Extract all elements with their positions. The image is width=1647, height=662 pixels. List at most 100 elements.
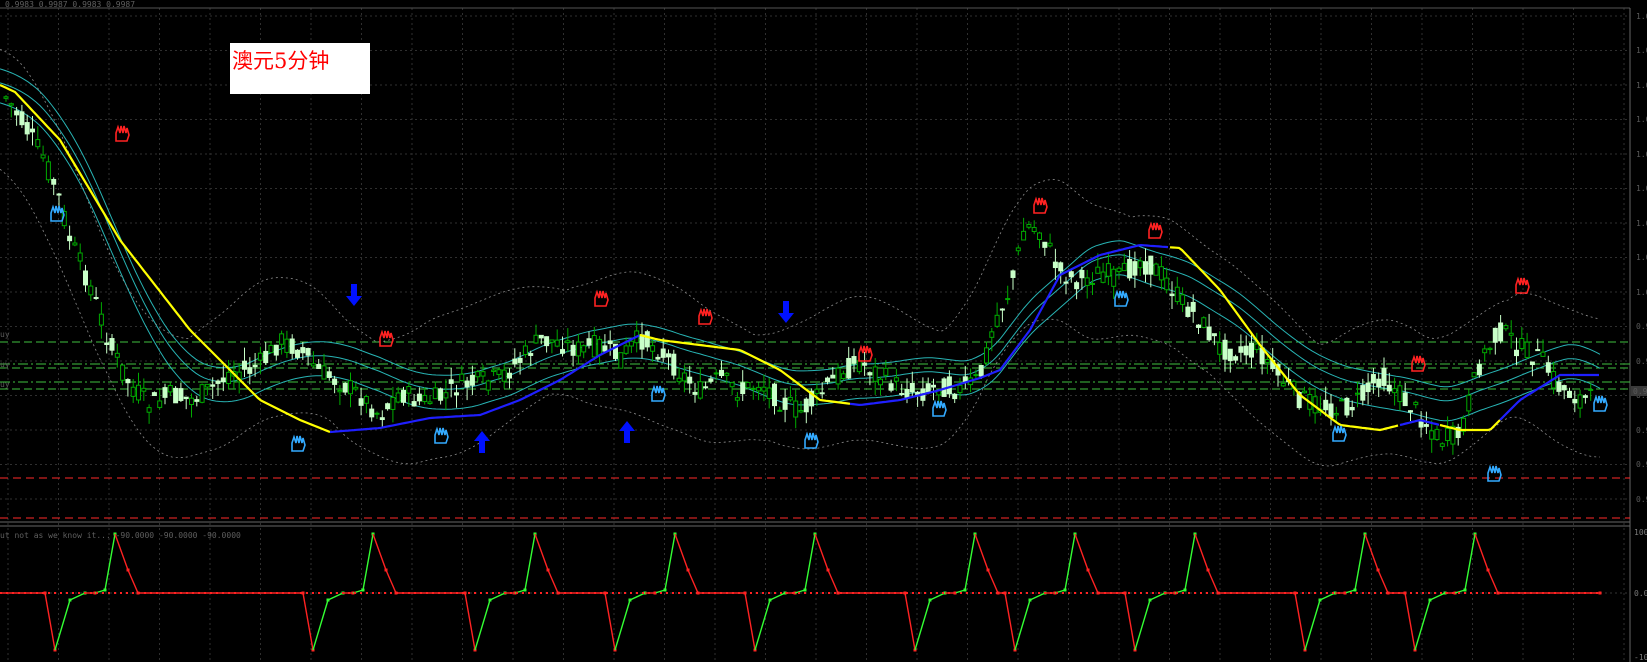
osc-dot [108, 592, 110, 594]
candlestick [310, 363, 316, 367]
osc-segment [1184, 533, 1196, 591]
candlestick [1052, 261, 1058, 269]
candlestick [713, 372, 719, 375]
osc-dot [192, 592, 194, 594]
candlestick [1408, 410, 1413, 413]
hand-outline [594, 289, 609, 307]
candlestick [1344, 397, 1350, 416]
candlestick [1540, 351, 1546, 357]
osc-dot [1338, 592, 1340, 594]
osc-segment [489, 592, 506, 601]
osc-segment [547, 569, 559, 594]
candlestick [867, 372, 873, 376]
osc-dot [714, 592, 716, 594]
candlestick [719, 369, 724, 377]
osc-dot [30, 592, 32, 594]
osc-dot [684, 592, 686, 594]
candlestick [247, 367, 253, 374]
osc-dot [792, 592, 794, 594]
osc-dot [1218, 592, 1220, 594]
osc-dot [24, 592, 26, 594]
price-axis-label: 1.0 [1636, 150, 1647, 159]
osc-dot [1104, 592, 1106, 594]
osc-dot [330, 592, 332, 594]
osc-dot [774, 592, 776, 594]
osc-dot [1356, 592, 1358, 594]
osc-dot [516, 592, 518, 594]
osc-dot [282, 592, 284, 594]
candlestick [1227, 348, 1233, 362]
candlestick [1498, 322, 1504, 342]
candlestick [591, 335, 597, 358]
candlestick [893, 377, 899, 382]
red-hand-icon [379, 329, 394, 347]
candlestick [904, 389, 910, 398]
candlestick [337, 389, 343, 393]
osc-dot [48, 592, 50, 594]
osc-dot [1212, 592, 1214, 594]
candlestick [999, 308, 1005, 311]
candlestick [888, 383, 894, 391]
osc-dot [1170, 592, 1172, 594]
candlestick [1413, 401, 1419, 406]
osc-dot [186, 592, 188, 594]
candlestick [1582, 395, 1588, 398]
price-chart[interactable]: uyuyuy 1.01.01.01.01.01.01.01.01.00.90.9… [0, 0, 1647, 662]
osc-dot [426, 592, 428, 594]
candlestick [533, 334, 539, 344]
candlestick [342, 382, 348, 393]
candlestick [1158, 266, 1164, 281]
candlestick [475, 371, 481, 378]
osc-dot [666, 592, 668, 594]
osc-dot [1254, 592, 1256, 594]
candlestick [19, 111, 25, 126]
osc-dot [1278, 592, 1280, 594]
price-axis-label: 1.0 [1636, 81, 1647, 90]
down-arrow-icon [346, 284, 362, 306]
trading-chart-window[interactable]: 0.9983 0.9987 0.9983 0.9987 uyuyuy 1.01.… [0, 0, 1647, 662]
candlestick [83, 270, 88, 286]
osc-dot [18, 592, 20, 594]
candlestick [1169, 293, 1175, 297]
osc-dot [984, 592, 986, 594]
osc-dot [1476, 592, 1478, 594]
osc-dot [1410, 592, 1412, 594]
osc-dot [468, 592, 470, 594]
candlestick [157, 400, 163, 408]
osc-dot [708, 592, 710, 594]
osc-dot [828, 592, 830, 594]
osc-segment [1464, 533, 1476, 591]
osc-dot [402, 592, 404, 594]
candlestick [35, 139, 41, 148]
candlestick [650, 345, 656, 352]
osc-dot [534, 592, 536, 594]
osc-dot [1350, 592, 1352, 594]
osc-dot [1110, 592, 1112, 594]
candlestick [973, 374, 979, 377]
osc-dot [1332, 592, 1334, 594]
candlestick [432, 387, 438, 400]
osc-segment [904, 592, 916, 651]
hand-outline [1593, 394, 1608, 412]
candlestick [1302, 390, 1307, 394]
osc-segment [104, 533, 116, 591]
osc-segment [534, 533, 549, 571]
candlestick [597, 338, 603, 356]
candlestick [1567, 390, 1572, 398]
osc-segment [474, 599, 491, 651]
osc-dot [360, 592, 362, 594]
candlestick [575, 341, 581, 357]
osc-dot [384, 592, 386, 594]
osc-dot [450, 592, 452, 594]
downtrend-segment [1169, 246, 1399, 432]
osc-dot [918, 592, 920, 594]
price-axis-label: 1.0 [1636, 253, 1647, 262]
envelope-middle [0, 82, 1601, 402]
red-hand-icon [858, 344, 873, 362]
candlestick [136, 384, 141, 401]
osc-dot [972, 592, 974, 594]
osc-segment [769, 592, 786, 601]
candlestick [1074, 282, 1080, 290]
osc-dot [1416, 592, 1418, 594]
osc-segment [1004, 592, 1016, 651]
